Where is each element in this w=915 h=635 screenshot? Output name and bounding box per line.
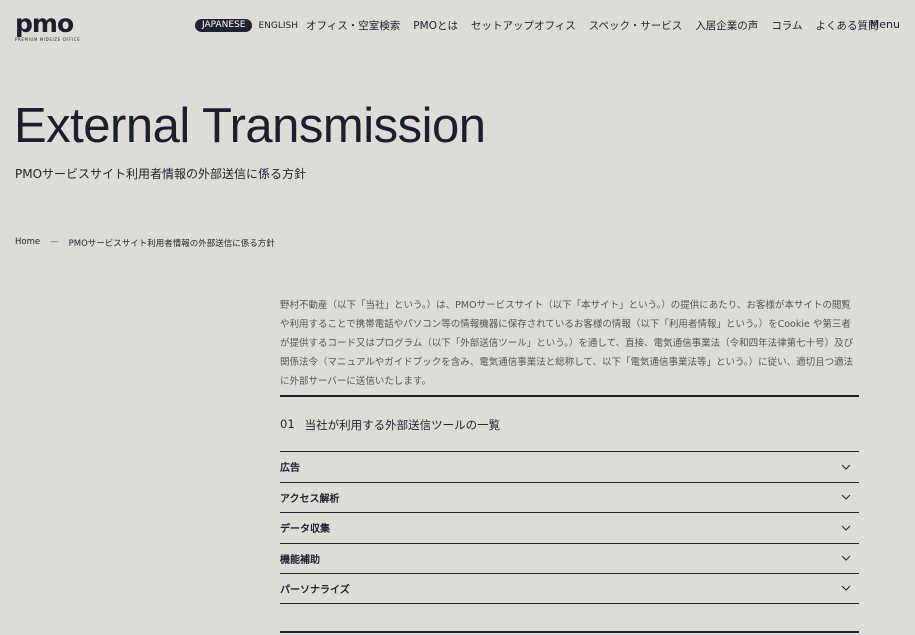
section-divider	[280, 395, 859, 397]
accordion-list: 広告 アクセス解析 データ収集 機能補助 パーソナライズ	[280, 451, 859, 604]
breadcrumb-current: PMOサービスサイト利用者情報の外部送信に係る方針	[68, 239, 275, 249]
section-heading: 01 当社が利用する外部送信ツールの一覧	[280, 417, 500, 433]
chevron-down-icon	[841, 555, 851, 561]
nav-item-about[interactable]: PMOとは	[413, 18, 458, 33]
section-divider-bottom	[280, 631, 859, 633]
nav-item-spec-service[interactable]: スペック・サービス	[589, 18, 683, 33]
accordion-item-label: パーソナライズ	[280, 584, 350, 596]
logo-subtitle: PREMIUM MIDSIZE OFFICE	[15, 37, 81, 42]
logo-mark: pmo	[15, 9, 74, 38]
accordion-item-data-collection[interactable]: データ収集	[280, 512, 859, 543]
global-nav: オフィス・空室検索 PMOとは セットアップオフィス スペック・サービス 入居企…	[306, 18, 879, 33]
accordion-item-label: データ収集	[280, 524, 330, 536]
page-title: External Transmission	[14, 99, 486, 153]
nav-item-column[interactable]: コラム	[771, 18, 802, 33]
breadcrumb-home-link[interactable]: Home	[15, 237, 40, 249]
accordion-item-label: アクセス解析	[280, 493, 340, 505]
accordion-item-function-support[interactable]: 機能補助	[280, 542, 859, 574]
intro-paragraph: 野村不動産（以下「当社」という。）は、PMOサービスサイト（以下「本サイト」とい…	[280, 300, 854, 387]
menu-button[interactable]: Menu	[870, 18, 900, 31]
section-number: 01	[280, 417, 295, 431]
accordion-item-analytics[interactable]: アクセス解析	[280, 481, 859, 513]
chevron-down-icon	[841, 525, 851, 531]
chevron-down-icon	[841, 494, 851, 500]
accordion-item-label: 機能補助	[280, 554, 320, 566]
chevron-down-icon	[841, 464, 851, 470]
chevron-down-icon	[841, 585, 851, 591]
breadcrumb-separator: —	[50, 237, 59, 247]
accordion-item-ads[interactable]: 広告	[280, 451, 859, 482]
accordion-item-label: 広告	[280, 463, 300, 475]
breadcrumb: Home — PMOサービスサイト利用者情報の外部送信に係る方針	[15, 237, 275, 249]
lang-japanese-button[interactable]: JAPANESE	[195, 19, 253, 32]
language-switcher: JAPANESE ENGLISH	[195, 19, 298, 32]
nav-item-tenant-voice[interactable]: 入居企業の声	[695, 18, 758, 33]
page-subtitle: PMOサービスサイト利用者情報の外部送信に係る方針	[15, 167, 307, 181]
lang-english-button[interactable]: ENGLISH	[258, 21, 298, 31]
logo[interactable]: pmo PREMIUM MIDSIZE OFFICE	[15, 9, 105, 42]
nav-item-office-search[interactable]: オフィス・空室検索	[306, 18, 400, 33]
section-title: 当社が利用する外部送信ツールの一覧	[304, 418, 501, 432]
accordion-item-personalize[interactable]: パーソナライズ	[280, 573, 859, 604]
nav-item-setup-office[interactable]: セットアップオフィス	[471, 18, 576, 33]
